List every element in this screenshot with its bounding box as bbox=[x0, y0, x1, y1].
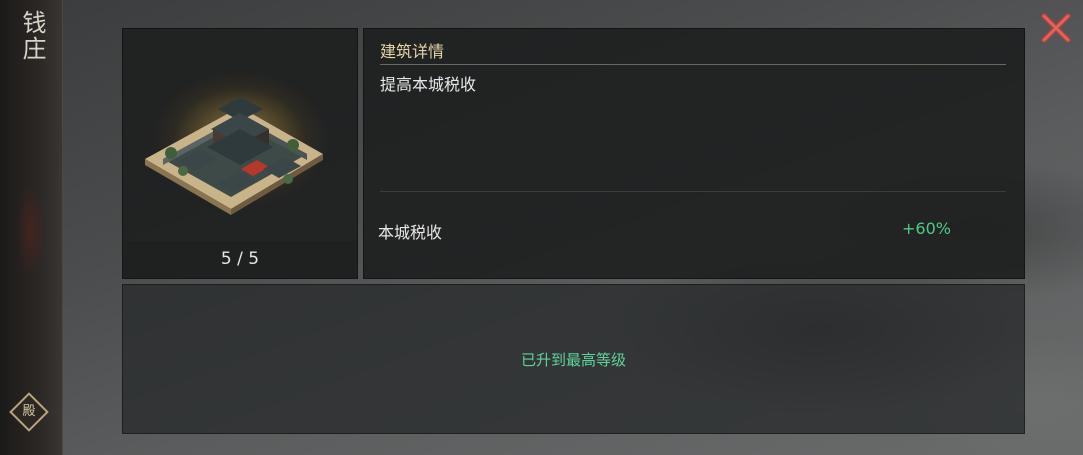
details-description: 提高本城税收 bbox=[380, 75, 477, 94]
building-details-panel: 建筑详情 提高本城税收 本城税收 +60% bbox=[363, 28, 1025, 279]
stats-divider bbox=[380, 191, 1006, 192]
stat-label: 本城税收 bbox=[378, 223, 443, 242]
seal-char: 殿 bbox=[22, 404, 36, 419]
close-icon bbox=[1041, 13, 1071, 43]
details-header: 建筑详情 bbox=[380, 42, 445, 61]
max-level-message: 已升到最高等级 bbox=[520, 351, 626, 369]
header-divider bbox=[380, 64, 1006, 65]
building-image-panel: 5 / 5 bbox=[122, 28, 358, 279]
building-title: 钱庄 bbox=[18, 10, 46, 62]
building-illustration bbox=[145, 97, 323, 215]
close-button[interactable] bbox=[1036, 8, 1076, 48]
side-strip: 钱庄 bbox=[0, 0, 63, 455]
level-indicator: 5 / 5 bbox=[123, 241, 357, 278]
upgrade-status-panel: 已升到最高等级 bbox=[122, 284, 1025, 434]
stat-value: +60% bbox=[902, 219, 951, 238]
